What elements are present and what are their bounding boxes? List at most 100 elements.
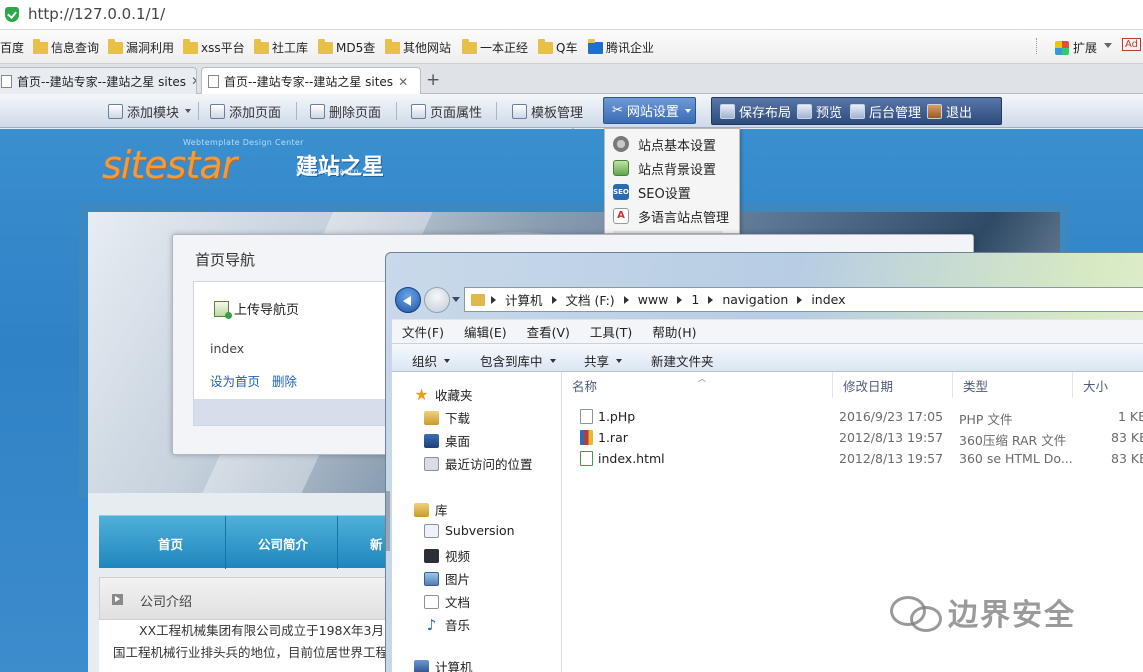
browser-address-bar[interactable]: http://127.0.0.1/1/ [0, 0, 1143, 30]
browser-tab[interactable]: 首页--建站专家--建站之星 sites ✕ [0, 67, 197, 94]
bookmark-label: 信息查询 [51, 41, 100, 55]
new-folder-button[interactable]: 新建文件夹 [651, 351, 714, 370]
file-name: 1.pHp [598, 409, 636, 424]
site-settings-button[interactable]: ✂ 网站设置 [603, 97, 696, 124]
breadcrumb-computer[interactable]: 计算机 [505, 290, 543, 309]
file-row[interactable]: 1.pHp 2016/9/23 17:05 PHP 文件 1 KB [562, 406, 1143, 427]
breadcrumb-separator-icon[interactable] [491, 295, 496, 304]
breadcrumb-drive[interactable]: 文档 (F:) [566, 290, 615, 309]
menu-tools[interactable]: 工具(T) [580, 322, 642, 341]
menu-edit[interactable]: 编辑(E) [454, 322, 517, 341]
nav-item-home[interactable]: 首页 [158, 534, 183, 553]
bookmark-md5[interactable]: MD5查 [318, 38, 375, 56]
organize-button[interactable]: 组织 [412, 351, 451, 370]
close-tab-icon[interactable]: ✕ [398, 75, 408, 89]
nav-item-news[interactable]: 新 [370, 534, 383, 553]
back-arrow-icon[interactable] [395, 287, 421, 313]
menu-item-label: 站点基本设置 [638, 138, 717, 154]
breadcrumb-separator-icon[interactable] [551, 295, 557, 304]
nav-documents[interactable]: 文档 [424, 592, 470, 611]
intro-line: XX工程机械集团有限公司成立于198X年3月, [139, 623, 388, 638]
bookmark-xss[interactable]: xss平台 [183, 38, 245, 56]
column-header-name[interactable]: 名称 [562, 372, 833, 398]
folder-icon [254, 38, 269, 54]
preview-button[interactable]: 预览 [797, 102, 842, 121]
menu-item-background-settings[interactable]: 站点背景设置 [613, 156, 716, 180]
nav-music[interactable]: ♪ 音乐 [424, 615, 470, 634]
add-module-button[interactable]: 添加模块 [108, 100, 192, 122]
site-logo: sitestar [102, 143, 237, 187]
menu-help[interactable]: 帮助(H) [642, 322, 706, 341]
nav-item-company[interactable]: 公司简介 [258, 534, 308, 553]
menu-view[interactable]: 查看(V) [517, 322, 580, 341]
bookmark-baidu[interactable]: 百度 [0, 39, 24, 56]
add-page-button[interactable]: 添加页面 [210, 100, 281, 122]
menu-item-seo-settings[interactable]: SEO SEO设置 [613, 180, 691, 204]
column-header-type[interactable]: 类型 [953, 372, 1073, 398]
breadcrumb-separator-icon[interactable] [623, 295, 629, 304]
column-header-size[interactable]: 大小 [1073, 372, 1143, 398]
video-icon [424, 548, 439, 563]
admin-button[interactable]: 后台管理 [850, 102, 921, 121]
nav-computer[interactable]: 计算机 [414, 657, 473, 672]
php-file-icon [580, 409, 593, 424]
url-text[interactable]: http://127.0.0.1/1/ [28, 5, 165, 23]
explorer-address-bar[interactable]: 计算机 文档 (F:) www 1 navigation index [464, 287, 1143, 312]
bookmark-tencent-exmail[interactable]: 腾讯企业 [588, 38, 654, 56]
seo-icon: SEO [613, 184, 629, 200]
bookmark-exploits[interactable]: 漏洞利用 [108, 38, 174, 56]
bookmark-yiben[interactable]: 一本正经 [462, 38, 528, 56]
documents-icon [424, 594, 439, 609]
delete-page-label: 删除页面 [329, 105, 382, 121]
forward-arrow-icon[interactable] [424, 287, 450, 313]
breadcrumb-www[interactable]: www [638, 292, 669, 307]
delete-link[interactable]: 删除 [272, 371, 297, 390]
bookmark-info-lookup[interactable]: 信息查询 [33, 38, 100, 56]
breadcrumb-1[interactable]: 1 [691, 292, 699, 307]
share-button[interactable]: 共享 [584, 351, 623, 370]
admin-label: 后台管理 [869, 106, 922, 121]
extensions-button[interactable]: 扩展 [1055, 39, 1097, 56]
template-manage-button[interactable]: 模板管理 [512, 100, 583, 122]
bookmark-social-db[interactable]: 社工库 [254, 38, 308, 56]
nav-pictures[interactable]: 图片 [424, 569, 470, 588]
file-row[interactable]: 1.rar 2012/8/13 19:57 360压缩 RAR 文件 83 KB [562, 427, 1143, 448]
column-header-modified[interactable]: 修改日期 [833, 372, 953, 398]
new-tab-button[interactable]: + [426, 70, 440, 90]
upload-icon [214, 300, 232, 319]
bookmark-other-sites[interactable]: 其他网站 [385, 38, 451, 56]
scrollbar[interactable] [386, 491, 390, 551]
chevron-down-icon[interactable] [1104, 43, 1112, 48]
logout-button[interactable]: 退出 [927, 102, 972, 121]
nav-videos[interactable]: 视频 [424, 546, 470, 565]
organize-label: 组织 [412, 354, 438, 369]
bookmark-qche[interactable]: Q车 [538, 38, 577, 56]
watermark-text: 边界安全 [948, 598, 1076, 633]
set-home-link[interactable]: 设为首页 [210, 371, 260, 390]
breadcrumb-separator-icon[interactable] [797, 295, 803, 304]
toolbar-divider [198, 102, 199, 120]
browser-tab-active[interactable]: 首页--建站专家--建站之星 sites ✕ [201, 67, 421, 95]
recent-pages-chevron-icon[interactable] [452, 297, 460, 302]
nav-subversion[interactable]: Subversion [424, 523, 515, 538]
page-properties-button[interactable]: 页面属性 [411, 100, 482, 122]
breadcrumb-index[interactable]: index [811, 292, 845, 307]
breadcrumb-separator-icon[interactable] [708, 295, 714, 304]
file-row[interactable]: index.html 2012/8/13 19:57 360 se HTML D… [562, 448, 1143, 469]
upload-navigation-button[interactable]: 上传导航页 [214, 299, 299, 319]
menu-file[interactable]: 文件(F) [392, 322, 454, 341]
delete-page-button[interactable]: 删除页面 [310, 100, 381, 122]
breadcrumb-navigation[interactable]: navigation [722, 292, 788, 307]
breadcrumb-separator-icon[interactable] [677, 295, 683, 304]
nav-downloads[interactable]: 下载 [424, 408, 470, 427]
save-layout-button[interactable]: 保存布局 [720, 102, 791, 121]
adblock-icon[interactable]: Ad [1122, 38, 1142, 51]
close-tab-icon[interactable]: ✕ [191, 74, 196, 88]
menu-item-basic-settings[interactable]: 站点基本设置 [613, 132, 716, 156]
nav-recent-places[interactable]: 最近访问的位置 [424, 454, 533, 473]
nav-libraries[interactable]: 库 [414, 500, 448, 519]
nav-desktop[interactable]: 桌面 [424, 431, 470, 450]
nav-favorites[interactable]: ★ 收藏夹 [414, 385, 472, 404]
menu-item-multilanguage[interactable]: A 多语言站点管理 [613, 204, 729, 228]
include-in-library-button[interactable]: 包含到库中 [480, 351, 556, 370]
